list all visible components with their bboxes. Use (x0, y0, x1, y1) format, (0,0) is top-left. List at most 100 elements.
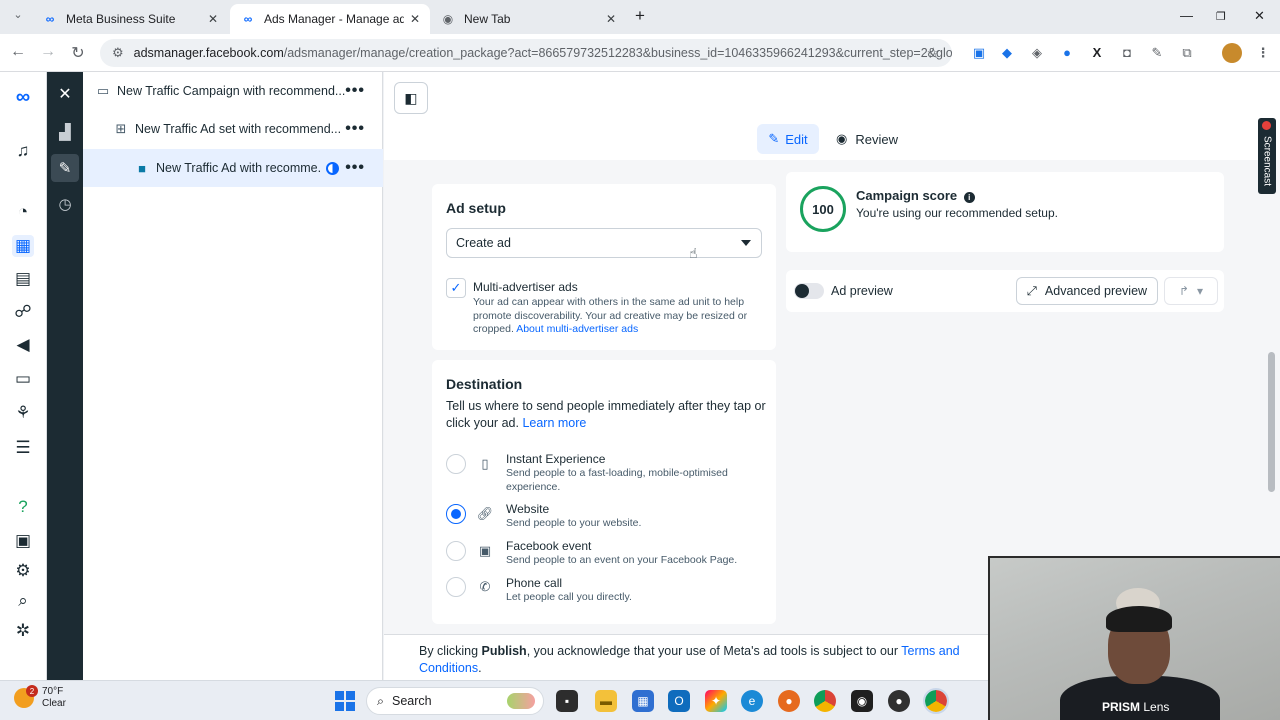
notifications-bell-icon[interactable]: ♫ (12, 140, 34, 162)
extensions-puzzle-icon[interactable]: ⧉ (1178, 44, 1196, 62)
edit-button[interactable]: ✎ Edit (757, 124, 819, 154)
more-options-icon[interactable]: ••• (345, 82, 365, 100)
chrome-icon[interactable] (814, 690, 836, 712)
extension-tag-icon[interactable]: ◆ (998, 44, 1016, 62)
weather-widget[interactable]: 2 70°F Clear (14, 685, 66, 710)
page-scrollbar[interactable] (1268, 352, 1275, 492)
radio-phone-call[interactable] (446, 577, 466, 597)
meta-logo-icon[interactable]: ∞ (10, 86, 36, 108)
pen-extension-icon[interactable]: ✎ (1148, 44, 1166, 62)
radio-facebook-event[interactable] (446, 541, 466, 561)
destination-card: Destination Tell us where to send people… (432, 360, 776, 624)
close-tab-icon[interactable]: ✕ (208, 12, 218, 26)
chrome-menu-icon[interactable]: ⋮ (1254, 44, 1272, 62)
close-tab-icon[interactable]: ✕ (606, 12, 616, 26)
reports-icon[interactable]: ▣ (12, 530, 34, 552)
info-icon[interactable]: i (963, 192, 975, 203)
camera-extension-icon[interactable]: ◘ (1118, 44, 1136, 62)
radio-website[interactable] (446, 504, 466, 524)
store-icon[interactable]: ▦ (632, 690, 654, 712)
outlook-icon[interactable]: O (668, 690, 690, 712)
learn-more-link[interactable]: Learn more (522, 416, 586, 430)
edit-pencil-icon[interactable]: ✎ (51, 154, 79, 182)
score-desc: You're using our recommended setup. (856, 206, 1058, 220)
back-icon[interactable]: ← (8, 43, 28, 61)
multi-advertiser-checkbox[interactable]: ✓ (446, 278, 466, 298)
bookmark-star-icon[interactable]: ☆ (927, 44, 940, 62)
forward-icon[interactable]: → (38, 43, 58, 61)
terms-text: By clicking Publish, you acknowledge tha… (419, 644, 960, 675)
chrome-newtab-icon: ◉ (442, 12, 454, 26)
chrome-active-icon[interactable] (923, 688, 949, 714)
ad-setup-title: Ad setup (446, 200, 506, 216)
tree-item-campaign[interactable]: ▭ New Traffic Campaign with recommend...… (83, 72, 383, 110)
multi-advertiser-desc: Your ad can appear with others in the sa… (473, 296, 748, 335)
restore-icon[interactable]: ❐ (1216, 10, 1226, 23)
create-ad-select[interactable]: Create ad (446, 228, 762, 258)
tree-item-ad[interactable]: ■ New Traffic Ad with recomme... ••• (83, 149, 383, 187)
extension-icon[interactable]: ▣ (970, 44, 988, 62)
more-options-icon[interactable]: ••• (345, 120, 365, 138)
help-icon[interactable]: ? (12, 496, 34, 518)
search-icon[interactable]: ⌕ (12, 590, 34, 612)
bug-report-icon[interactable]: ✲ (12, 620, 34, 642)
share-dropdown-button[interactable]: ↱ ▾ (1164, 277, 1218, 305)
option-title: Facebook event (506, 539, 592, 553)
webcam-overlay: PRISM Lens (988, 556, 1280, 720)
site-info-icon[interactable]: ⚙ (112, 45, 124, 61)
pages-icon[interactable]: ▤ (12, 268, 34, 290)
review-button[interactable]: ◉ Review (836, 124, 898, 154)
reload-icon[interactable]: ↻ (68, 43, 88, 63)
toggle-sidebar-button[interactable]: ◧ (394, 82, 428, 114)
recorder-icon[interactable]: ● (888, 690, 910, 712)
tree-item-adset[interactable]: ⊞ New Traffic Ad set with recommend... •… (83, 110, 383, 148)
advanced-preview-button[interactable]: ⤢ Advanced preview (1016, 277, 1158, 305)
firefox-icon[interactable]: ● (778, 690, 800, 712)
share-icon: ↱ (1178, 284, 1190, 298)
radio-instant-experience[interactable] (446, 454, 466, 474)
campaigns-megaphone-icon[interactable]: ◀ (12, 334, 34, 356)
business-tools-icon[interactable]: ⚘ (12, 402, 34, 424)
screencast-widget[interactable]: Screencast (1258, 118, 1276, 194)
performance-chart-icon[interactable]: ▟ (51, 118, 79, 146)
close-icon[interactable]: ✕ (51, 80, 79, 108)
phone-icon: ✆ (479, 579, 491, 594)
browser-toolbar: ← → ↻ ⚙ adsmanager.facebook.com/adsmanag… (0, 34, 1280, 72)
option-title: Instant Experience (506, 452, 606, 466)
tab-new-tab[interactable]: ◉ New Tab ✕ (430, 4, 626, 34)
x-extension-icon[interactable]: X (1088, 44, 1106, 62)
address-bar[interactable]: ⚙ adsmanager.facebook.com/adsmanager/man… (100, 39, 952, 67)
dashboard-gauge-icon[interactable]: ◔ (12, 201, 34, 223)
copilot-icon[interactable]: ✦ (705, 690, 727, 712)
all-tools-menu-icon[interactable]: ☰ (12, 437, 34, 459)
minimize-icon[interactable]: — (1180, 8, 1193, 23)
ads-manager-table-icon[interactable]: ▦ (12, 235, 34, 257)
history-clock-icon[interactable]: ◷ (51, 190, 79, 218)
campaign-tree-panel: ▭ New Traffic Campaign with recommend...… (83, 72, 383, 680)
extension-circle-icon[interactable]: ● (1058, 44, 1076, 62)
window-close-icon[interactable]: ✕ (1254, 8, 1265, 24)
about-multi-advertiser-link[interactable]: About multi-advertiser ads (516, 323, 638, 335)
sidebar-toggle-icon: ◧ (404, 89, 418, 106)
new-tab-button[interactable]: + (630, 6, 650, 26)
edge-icon[interactable]: e (741, 690, 763, 712)
profile-avatar[interactable] (1222, 43, 1242, 63)
ad-setup-card: Ad setup Create ad ✓ Multi-advertiser ad… (432, 184, 776, 350)
file-explorer-icon[interactable]: ▬ (595, 690, 617, 712)
obs-icon[interactable]: ◉ (851, 690, 873, 712)
ad-preview-toggle[interactable] (794, 283, 824, 299)
task-view-icon[interactable]: ▪ (556, 690, 578, 712)
option-title: Phone call (506, 576, 563, 590)
score-ring: 100 (800, 186, 846, 232)
taskbar-search[interactable]: ⌕ Search (366, 687, 544, 715)
audiences-icon[interactable]: ☍ (12, 301, 34, 323)
settings-gear-icon[interactable]: ⚙ (12, 560, 34, 582)
tab-meta-business-suite[interactable]: ∞ Meta Business Suite ✕ (32, 4, 228, 34)
more-options-icon[interactable]: ••• (345, 159, 365, 177)
tab-search-icon[interactable]: ⌄ (8, 8, 28, 21)
windows-start-icon[interactable] (335, 691, 355, 711)
tab-ads-manager[interactable]: ∞ Ads Manager - Manage ads - C ✕ (230, 4, 430, 34)
close-tab-icon[interactable]: ✕ (410, 12, 420, 26)
billing-card-icon[interactable]: ▭ (12, 368, 34, 390)
extension-layers-icon[interactable]: ◈ (1028, 44, 1046, 62)
